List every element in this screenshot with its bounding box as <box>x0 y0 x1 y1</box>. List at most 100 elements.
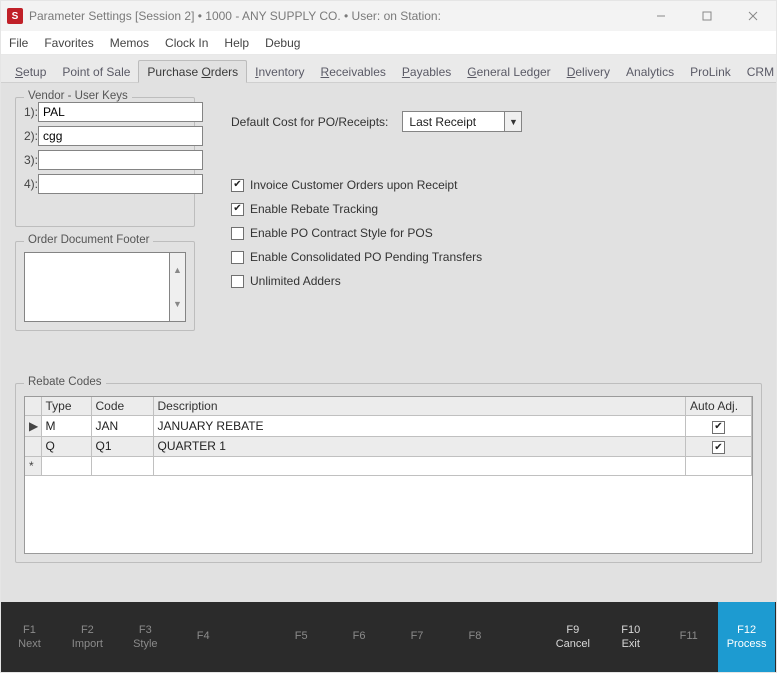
group-legend: Order Document Footer <box>24 234 153 246</box>
default-cost-select[interactable]: Last Receipt ▼ <box>402 111 522 132</box>
client-area: Vendor - User Keys 1): 2): 3): 4): Order… <box>1 83 776 604</box>
table-row[interactable]: Q Q1 QUARTER 1 <box>25 436 752 457</box>
table-row[interactable]: ▶ M JAN JANUARY REBATE <box>25 416 752 437</box>
tab-payables[interactable]: Payables <box>394 61 459 82</box>
row-marker <box>25 436 41 457</box>
fn-f6[interactable]: F6 <box>331 602 389 672</box>
fn-f5[interactable]: F5 <box>273 602 331 672</box>
col-type[interactable]: Type <box>41 397 91 416</box>
function-key-bar: F1Next F2Import F3Style F4 F5 F6 F7 F8 F… <box>1 602 776 672</box>
vendor-key-label-4: 4): <box>24 177 38 191</box>
tab-receivables[interactable]: Receivables <box>313 61 394 82</box>
vendor-key-input-3[interactable] <box>38 150 203 170</box>
cell-code[interactable]: JAN <box>91 416 153 437</box>
tab-purchase-orders[interactable]: Purchase Orders <box>138 60 247 83</box>
window-titlebar: S Parameter Settings [Session 2] • 1000 … <box>1 1 776 31</box>
table-new-row[interactable]: * <box>25 457 752 476</box>
fn-f2[interactable]: F2Import <box>59 602 117 672</box>
scroll-down-icon[interactable]: ▼ <box>170 287 185 321</box>
window-controls <box>638 1 776 31</box>
tab-crm[interactable]: CRM <box>739 61 777 82</box>
cell-type[interactable]: Q <box>41 436 91 457</box>
tabbar: Setup Point of Sale Purchase Orders Inve… <box>1 55 776 83</box>
fn-f7[interactable]: F7 <box>389 602 447 672</box>
minimize-button[interactable] <box>638 1 684 31</box>
cell-type[interactable]: M <box>41 416 91 437</box>
menu-file[interactable]: File <box>9 36 28 50</box>
checkbox-label: Enable Consolidated PO Pending Transfers <box>250 250 482 264</box>
default-cost-value: Last Receipt <box>409 115 476 129</box>
row-marker-new: * <box>25 457 41 476</box>
cell-description[interactable]: JANUARY REBATE <box>153 416 686 437</box>
group-vendor-user-keys: Vendor - User Keys 1): 2): 3): 4): <box>15 97 195 227</box>
fn-spacer <box>504 602 544 672</box>
checkbox-label: Enable Rebate Tracking <box>250 202 378 216</box>
fn-f8[interactable]: F8 <box>446 602 504 672</box>
group-order-document-footer: Order Document Footer ▲ ▼ <box>15 241 195 331</box>
default-cost-label: Default Cost for PO/Receipts: <box>231 115 388 129</box>
cell-description[interactable]: QUARTER 1 <box>153 436 686 457</box>
checkbox-enable-po-contract-style[interactable] <box>231 227 244 240</box>
col-code[interactable]: Code <box>91 397 153 416</box>
cell-code[interactable] <box>91 457 153 476</box>
cell-auto-adj[interactable] <box>686 416 752 437</box>
scroll-up-icon[interactable]: ▲ <box>170 253 185 287</box>
vendor-key-input-4[interactable] <box>38 174 203 194</box>
cell-type[interactable] <box>41 457 91 476</box>
menu-help[interactable]: Help <box>224 36 249 50</box>
checkbox-label: Invoice Customer Orders upon Receipt <box>250 178 457 192</box>
window-title: Parameter Settings [Session 2] • 1000 - … <box>29 9 441 23</box>
tab-prolink[interactable]: ProLink <box>682 61 739 82</box>
checkbox-label: Unlimited Adders <box>250 274 341 288</box>
checkbox-enable-consolidated-po[interactable] <box>231 251 244 264</box>
right-controls: Default Cost for PO/Receipts: Last Recei… <box>231 111 756 298</box>
tab-general-ledger[interactable]: General Ledger <box>459 61 558 82</box>
vendor-key-label-1: 1): <box>24 105 38 119</box>
maximize-button[interactable] <box>684 1 730 31</box>
fn-spacer <box>233 602 273 672</box>
menubar: File Favorites Memos Clock In Help Debug <box>1 31 776 55</box>
cell-auto-adj[interactable] <box>686 436 752 457</box>
grid-corner <box>25 397 41 416</box>
vendor-key-input-1[interactable] <box>38 102 203 122</box>
cell-code[interactable]: Q1 <box>91 436 153 457</box>
fn-f10-exit[interactable]: F10Exit <box>602 602 660 672</box>
textarea-scrollbar[interactable]: ▲ ▼ <box>170 252 186 322</box>
group-rebate-codes: Rebate Codes Type Code Description Auto … <box>15 383 762 563</box>
col-description[interactable]: Description <box>153 397 686 416</box>
fn-f4[interactable]: F4 <box>175 602 233 672</box>
checkbox-unlimited-adders[interactable] <box>231 275 244 288</box>
chevron-down-icon[interactable]: ▼ <box>504 112 521 131</box>
rebate-grid[interactable]: Type Code Description Auto Adj. ▶ M JAN … <box>24 396 753 554</box>
checkbox-enable-rebate-tracking[interactable] <box>231 203 244 216</box>
tab-inventory[interactable]: Inventory <box>247 61 312 82</box>
menu-debug[interactable]: Debug <box>265 36 300 50</box>
tab-analytics[interactable]: Analytics <box>618 61 682 82</box>
tab-setup[interactable]: Setup <box>7 61 54 82</box>
order-footer-textarea[interactable] <box>24 252 170 322</box>
vendor-key-input-2[interactable] <box>38 126 203 146</box>
row-marker: ▶ <box>25 416 41 437</box>
app-icon: S <box>7 8 23 24</box>
vendor-key-label-3: 3): <box>24 153 38 167</box>
fn-f11[interactable]: F11 <box>660 602 718 672</box>
fn-f9-cancel[interactable]: F9Cancel <box>544 602 602 672</box>
fn-f12-process[interactable]: F12Process <box>718 602 776 672</box>
checkbox-label: Enable PO Contract Style for POS <box>250 226 433 240</box>
vendor-key-label-2: 2): <box>24 129 38 143</box>
fn-f3[interactable]: F3Style <box>117 602 175 672</box>
col-auto-adj[interactable]: Auto Adj. <box>686 397 752 416</box>
tab-delivery[interactable]: Delivery <box>559 61 618 82</box>
checkbox-invoice-customer-orders[interactable] <box>231 179 244 192</box>
menu-favorites[interactable]: Favorites <box>44 36 93 50</box>
grid-header-row: Type Code Description Auto Adj. <box>25 397 752 416</box>
cell-description[interactable] <box>153 457 686 476</box>
menu-clock-in[interactable]: Clock In <box>165 36 208 50</box>
close-button[interactable] <box>730 1 776 31</box>
fn-f1[interactable]: F1Next <box>1 602 59 672</box>
group-legend: Vendor - User Keys <box>24 90 132 102</box>
group-legend: Rebate Codes <box>24 376 106 388</box>
menu-memos[interactable]: Memos <box>110 36 149 50</box>
cell-auto-adj[interactable] <box>686 457 752 476</box>
tab-point-of-sale[interactable]: Point of Sale <box>54 61 138 82</box>
